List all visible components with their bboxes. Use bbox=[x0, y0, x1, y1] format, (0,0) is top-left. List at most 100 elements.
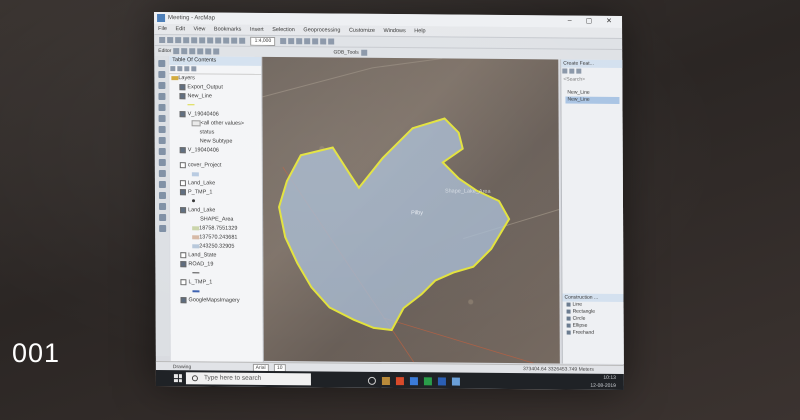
select-elements-icon[interactable] bbox=[158, 169, 166, 178]
layer-checkbox[interactable] bbox=[179, 146, 186, 153]
file-explorer-icon[interactable] bbox=[381, 376, 390, 386]
pan-icon[interactable] bbox=[157, 81, 165, 90]
map-scale-box[interactable]: 1:4,000 bbox=[250, 36, 276, 47]
menu-bookmarks[interactable]: Bookmarks bbox=[214, 26, 242, 32]
menu-file[interactable]: File bbox=[158, 26, 167, 32]
excel-icon[interactable] bbox=[423, 377, 432, 386]
editor-toolbar-icon[interactable] bbox=[280, 38, 287, 45]
layer-checkbox[interactable] bbox=[179, 92, 186, 99]
zoom-out-icon[interactable] bbox=[157, 70, 165, 79]
table-icon[interactable] bbox=[288, 38, 295, 45]
menu-view[interactable]: View bbox=[194, 26, 206, 32]
undo-icon[interactable] bbox=[223, 37, 230, 44]
measure-icon[interactable] bbox=[158, 202, 166, 211]
map-view[interactable]: Pilby Shape_Lake_Area bbox=[262, 56, 560, 364]
print-icon[interactable] bbox=[183, 37, 190, 44]
layer-checkbox[interactable] bbox=[179, 188, 186, 195]
hyperlink-icon[interactable] bbox=[158, 213, 166, 222]
layer-checkbox[interactable] bbox=[179, 83, 186, 90]
new-icon[interactable] bbox=[159, 36, 166, 44]
layer-checkbox[interactable] bbox=[179, 110, 186, 117]
line-symbol bbox=[192, 272, 200, 274]
redo-icon[interactable] bbox=[231, 37, 238, 44]
construction-tool-freehand[interactable]: Freehand bbox=[563, 330, 624, 338]
system-tray[interactable]: 10:13 12-08-2019 bbox=[590, 374, 616, 390]
vertex-icon[interactable] bbox=[189, 48, 196, 55]
edit-tool-icon[interactable] bbox=[173, 48, 180, 55]
cut-icon[interactable] bbox=[191, 37, 198, 44]
menu-edit[interactable]: Edit bbox=[176, 26, 186, 32]
editor-menu[interactable]: Editor bbox=[158, 48, 171, 54]
layer-checkbox[interactable] bbox=[180, 296, 187, 303]
toc-layer-label: cover_Project bbox=[187, 162, 222, 169]
clear-selection-icon[interactable] bbox=[158, 158, 166, 167]
list-by-visibility-icon[interactable] bbox=[184, 66, 190, 72]
toc-legend-label: New Subtype bbox=[199, 138, 233, 145]
menu-windows[interactable]: Windows bbox=[383, 28, 405, 34]
delete-icon[interactable] bbox=[215, 37, 222, 44]
layer-checkbox[interactable] bbox=[179, 161, 186, 168]
gdb-tool-icon[interactable] bbox=[361, 49, 368, 56]
copy-icon[interactable] bbox=[199, 37, 206, 44]
layer-checkbox[interactable] bbox=[180, 278, 187, 285]
python-icon[interactable] bbox=[320, 38, 327, 45]
cortana-icon[interactable] bbox=[367, 376, 376, 385]
layer-checkbox[interactable] bbox=[180, 251, 187, 258]
arcmap-taskbar-icon[interactable] bbox=[451, 377, 460, 386]
sketch-icon[interactable] bbox=[181, 48, 188, 55]
lake-polygon[interactable] bbox=[278, 117, 511, 332]
projected-screen: Meeting - ArcMap – ▢ ✕ File Edit View Bo… bbox=[154, 11, 624, 391]
back-extent-icon[interactable] bbox=[158, 125, 166, 134]
add-data-icon[interactable] bbox=[239, 37, 246, 44]
full-extent-icon[interactable] bbox=[157, 92, 165, 101]
windows-start-icon[interactable] bbox=[173, 374, 182, 383]
menu-geoprocessing[interactable]: Geoprocessing bbox=[303, 27, 340, 33]
zoom-in-icon[interactable] bbox=[157, 59, 165, 68]
layer-checkbox[interactable] bbox=[180, 206, 187, 213]
toc-layer[interactable]: GoogleMapsImagery bbox=[171, 296, 263, 306]
browser-icon[interactable] bbox=[395, 377, 404, 386]
search-window-icon[interactable] bbox=[304, 38, 311, 45]
gdb-tools-label[interactable]: GDB_Tools bbox=[333, 50, 358, 56]
cut-polygon-icon[interactable] bbox=[205, 48, 212, 55]
select-features-icon[interactable] bbox=[158, 147, 166, 156]
menu-insert[interactable]: Insert bbox=[250, 27, 264, 33]
mail-icon[interactable] bbox=[409, 377, 418, 386]
taskbar-search-box[interactable]: Type here to search bbox=[185, 372, 311, 386]
template-search[interactable]: <Search> bbox=[561, 76, 623, 85]
attributes-icon[interactable] bbox=[213, 48, 220, 55]
layer-checkbox[interactable] bbox=[180, 260, 187, 267]
fixed-zoom-out-icon[interactable] bbox=[158, 114, 166, 123]
list-by-selection-icon[interactable] bbox=[191, 66, 197, 72]
window-controls[interactable]: – ▢ ✕ bbox=[568, 16, 618, 28]
list-by-drawing-order-icon[interactable] bbox=[170, 66, 176, 72]
tool-label: Circle bbox=[572, 315, 586, 322]
html-popup-icon[interactable] bbox=[158, 224, 166, 233]
layer-checkbox[interactable] bbox=[179, 179, 186, 186]
organize-templates-icon[interactable] bbox=[562, 68, 568, 74]
paste-icon[interactable] bbox=[207, 37, 214, 44]
toc-layer-label: New_Line bbox=[187, 93, 212, 100]
word-icon[interactable] bbox=[437, 377, 446, 386]
arctoolbox-icon[interactable] bbox=[312, 38, 319, 45]
model-builder-icon[interactable] bbox=[328, 38, 335, 45]
catalog-icon[interactable] bbox=[296, 38, 303, 45]
toc-legend-label: 18758.7551329 bbox=[199, 225, 238, 232]
filter-icon[interactable] bbox=[569, 68, 575, 74]
forward-extent-icon[interactable] bbox=[158, 136, 166, 145]
reshape-icon[interactable] bbox=[197, 48, 204, 55]
find-icon[interactable] bbox=[158, 191, 166, 200]
template-item-selected[interactable]: New_Line bbox=[565, 96, 620, 105]
menu-customize[interactable]: Customize bbox=[349, 28, 375, 34]
toc-layer-label: L_TMP_1 bbox=[188, 279, 213, 286]
open-icon[interactable] bbox=[167, 37, 174, 44]
identify-icon[interactable] bbox=[158, 180, 166, 189]
list-by-source-icon[interactable] bbox=[177, 66, 183, 72]
menu-selection[interactable]: Selection bbox=[272, 27, 295, 33]
toc-legend-label: 137570.243681 bbox=[199, 234, 238, 241]
menu-help[interactable]: Help bbox=[414, 28, 425, 34]
save-icon[interactable] bbox=[175, 37, 182, 44]
properties-icon[interactable] bbox=[576, 68, 582, 74]
class-symbol bbox=[192, 243, 200, 248]
fixed-zoom-in-icon[interactable] bbox=[158, 103, 166, 112]
